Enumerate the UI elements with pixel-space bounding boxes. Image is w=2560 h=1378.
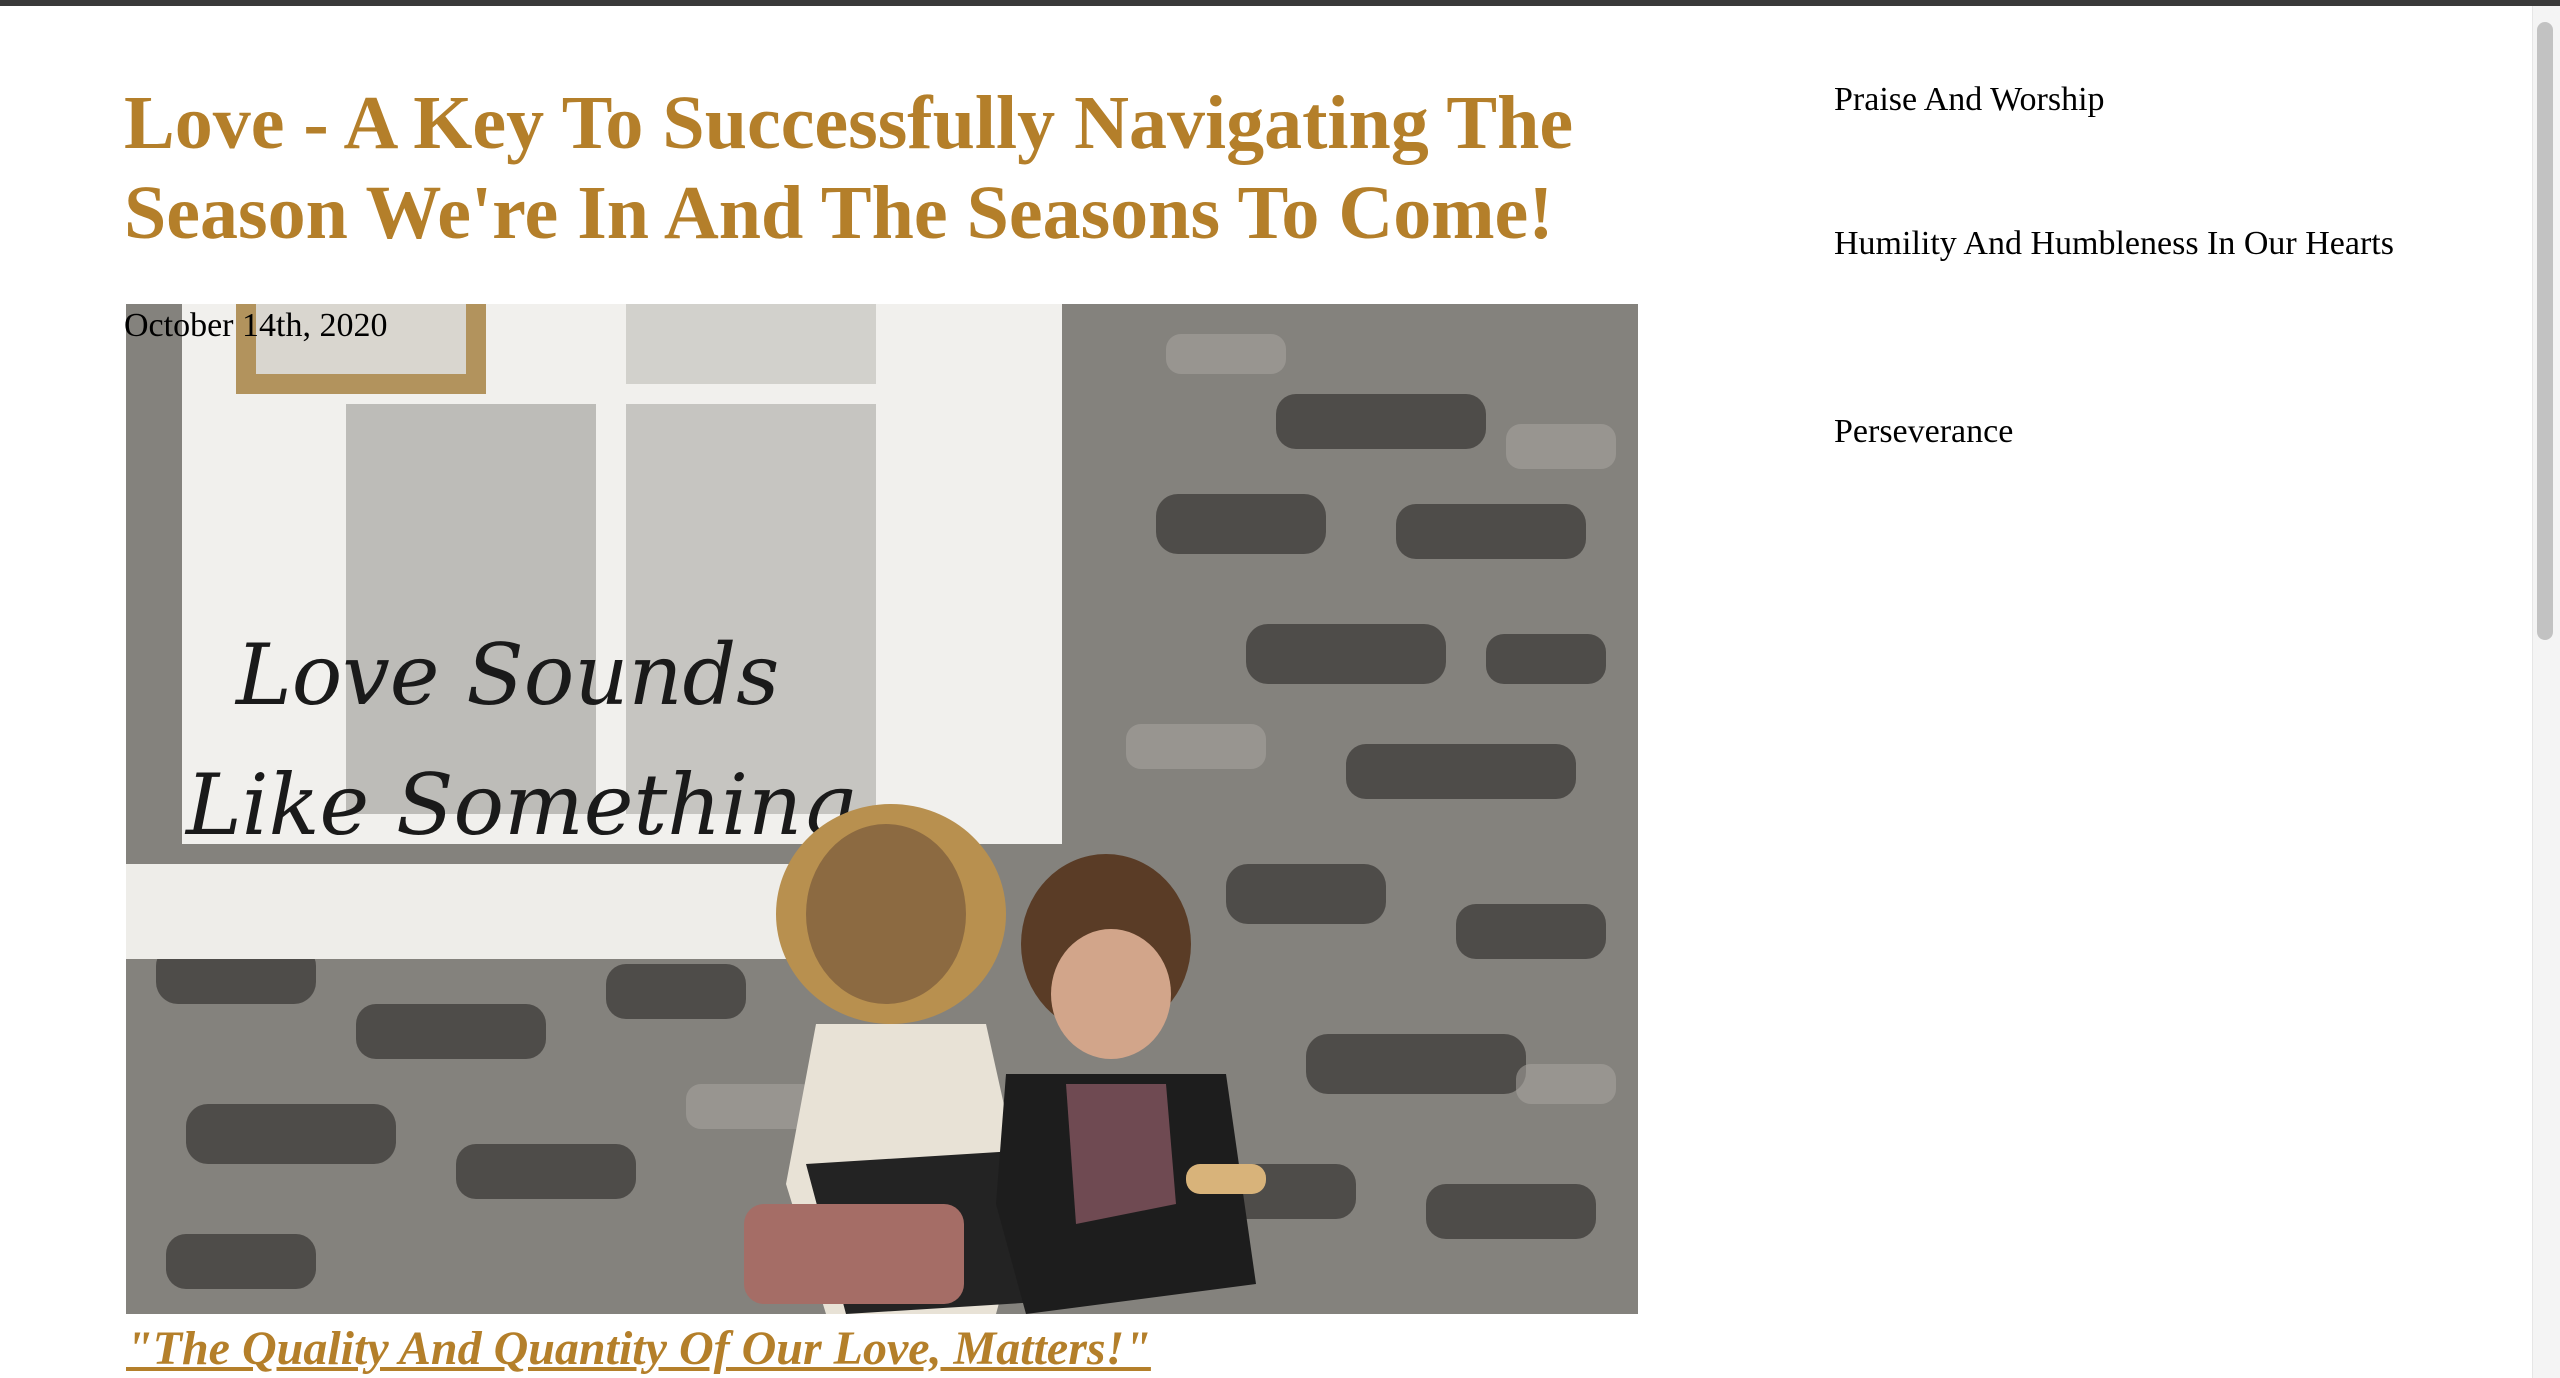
image-text-line1: Love Sounds bbox=[234, 626, 779, 724]
post-date: October 14th, 2020 bbox=[124, 307, 388, 344]
browser-top-edge bbox=[0, 0, 2560, 6]
sidebar-item-perseverance[interactable]: Perseverance bbox=[1834, 410, 2013, 454]
sidebar-item-praise-and-worship[interactable]: Praise And Worship bbox=[1834, 78, 2105, 122]
post-quote-link[interactable]: "The Quality And Quantity Of Our Love, M… bbox=[126, 1320, 1151, 1378]
post-featured-image: Love Sounds Like Something bbox=[126, 304, 1638, 1314]
sidebar-item-humility-and-humbleness[interactable]: Humility And Humbleness In Our Hearts bbox=[1834, 222, 2394, 266]
image-text-line2: Like Something bbox=[184, 756, 856, 854]
scrollbar-thumb[interactable] bbox=[2537, 22, 2553, 640]
post-title: Love - A Key To Successfully Navigating … bbox=[124, 81, 1574, 255]
